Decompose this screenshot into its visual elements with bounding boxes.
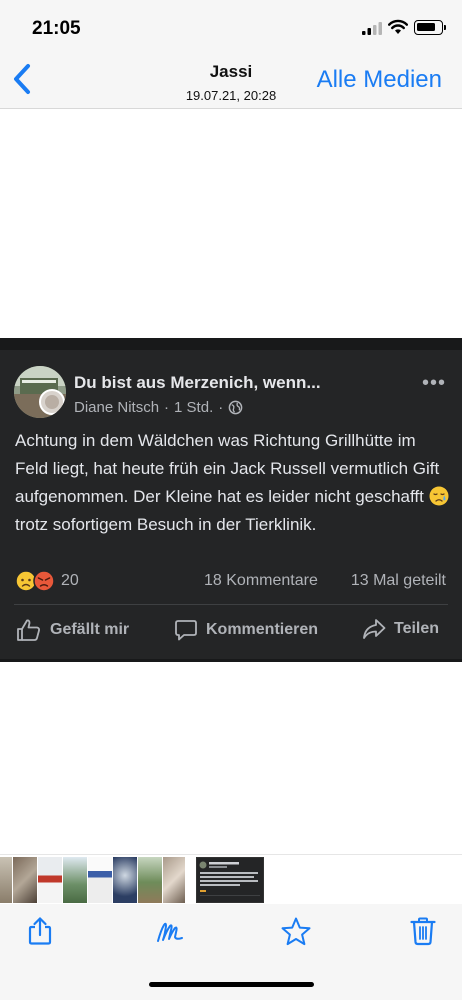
post-top-divider xyxy=(0,338,462,350)
status-time: 21:05 xyxy=(32,18,81,39)
comment-label: Kommentieren xyxy=(206,621,319,638)
post-actions-divider xyxy=(14,604,448,605)
author-name: Diane Nitsch xyxy=(74,399,160,416)
favorite-star-icon[interactable] xyxy=(280,916,312,948)
post-time: 1 Std. xyxy=(174,399,214,416)
reaction-count: 20 xyxy=(61,572,79,589)
home-indicator xyxy=(149,982,314,987)
battery-icon xyxy=(414,20,446,35)
shares-count: 13 Mal geteilt xyxy=(350,572,446,589)
meta-separator: · xyxy=(218,399,224,416)
post-text-part-1: Achtung in dem Wäldchen was Richtung Gri… xyxy=(15,431,440,506)
comment-bubble-icon xyxy=(175,620,197,641)
thumbnail-4[interactable] xyxy=(63,857,87,903)
thumbnail-3[interactable] xyxy=(38,857,62,903)
thumbnail-8[interactable] xyxy=(163,857,185,903)
thumbnail-1[interactable] xyxy=(0,857,12,903)
share-icon[interactable] xyxy=(25,916,55,946)
all-media-button[interactable]: Alle Medien xyxy=(317,66,442,94)
thumbnail-6[interactable] xyxy=(113,857,137,903)
thumbnail-strip xyxy=(0,854,462,904)
trash-icon[interactable] xyxy=(408,916,438,946)
angry-reaction-icon xyxy=(33,570,55,592)
post-body: Achtung in dem Wäldchen was Richtung Gri… xyxy=(15,427,453,539)
meta-separator: · xyxy=(164,399,170,416)
post-meta: Diane Nitsch · 1 Std. · xyxy=(74,399,243,416)
globe-icon xyxy=(228,400,243,415)
share-label: Teilen xyxy=(394,620,440,637)
post-text-part-2: trotz sofortigem Besuch in der Tierklini… xyxy=(15,515,317,534)
thumbs-up-icon xyxy=(17,619,40,641)
group-avatar xyxy=(14,366,66,418)
like-action: Gefällt mir xyxy=(16,618,129,642)
status-bar: 21:05 xyxy=(0,0,462,52)
thumbnail-5[interactable] xyxy=(88,857,112,903)
markup-icon[interactable] xyxy=(155,916,185,946)
thumbnail-current[interactable] xyxy=(196,857,264,903)
comment-action: Kommentieren xyxy=(174,618,318,642)
like-label: Gefällt mir xyxy=(50,621,130,638)
group-name: Du bist aus Merzenich, wenn... xyxy=(74,373,321,392)
navigation-bar: Jassi 19.07.21, 20:28 Alle Medien xyxy=(0,52,462,109)
facebook-post-image: Du bist aus Merzenich, wenn... Diane Nit… xyxy=(0,338,462,662)
more-options-icon: ••• xyxy=(421,372,446,394)
reactions-summary: 20 xyxy=(15,570,79,592)
share-action: Teilen xyxy=(362,618,439,640)
share-arrow-icon xyxy=(363,619,386,639)
thumbnail-2[interactable] xyxy=(13,857,37,903)
post-bottom-divider xyxy=(0,659,462,662)
comments-count: 18 Kommentare xyxy=(204,572,318,589)
thumbnail-7[interactable] xyxy=(138,857,162,903)
cellular-signal-icon xyxy=(362,22,382,35)
wifi-icon xyxy=(388,19,408,34)
sad-tear-emoji-icon xyxy=(429,486,449,506)
